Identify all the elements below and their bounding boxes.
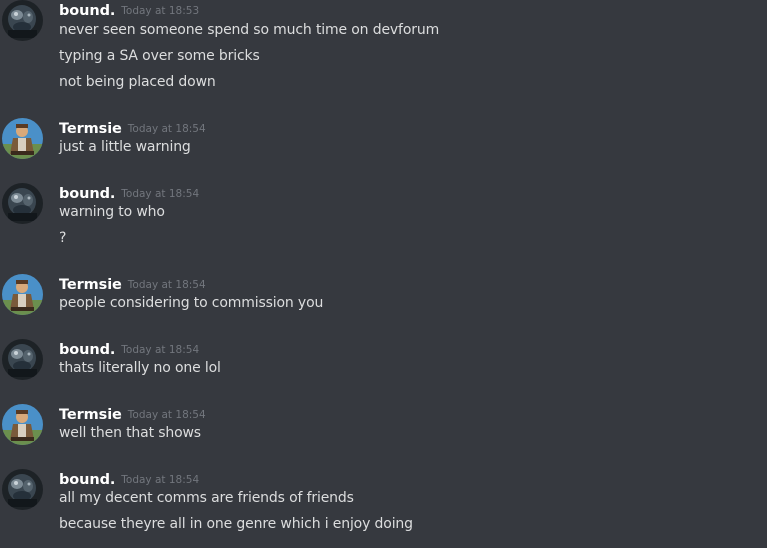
message-text: all my decent comms are friends of frien…	[59, 490, 354, 506]
message-text: just a little warning	[59, 139, 191, 155]
timestamp: Today at 18:53	[121, 5, 200, 17]
dark-robot-avatar-icon[interactable]	[2, 0, 43, 41]
username[interactable]: bound.	[59, 342, 115, 358]
character-avatar-icon[interactable]	[2, 274, 43, 315]
dark-robot-avatar-icon[interactable]	[2, 183, 43, 224]
username[interactable]: Termsie	[59, 121, 122, 137]
message-header: bound. Today at 18:53	[59, 0, 199, 20]
message-header: bound. Today at 18:54	[59, 469, 199, 489]
message-text: ?	[59, 230, 67, 246]
username[interactable]: Termsie	[59, 277, 122, 293]
timestamp: Today at 18:54	[121, 344, 200, 356]
dark-robot-avatar-icon[interactable]	[2, 469, 43, 510]
dark-robot-avatar-icon[interactable]	[2, 339, 43, 380]
message-header: Termsie Today at 18:54	[59, 118, 206, 138]
message-text: people considering to commission you	[59, 295, 324, 311]
message-text: because theyre all in one genre which i …	[59, 516, 413, 532]
message-header: bound. Today at 18:54	[59, 339, 199, 359]
character-avatar-icon[interactable]	[2, 404, 43, 445]
message-text: typing a SA over some bricks	[59, 48, 260, 64]
timestamp: Today at 18:54	[127, 279, 206, 291]
message-header: Termsie Today at 18:54	[59, 404, 206, 424]
timestamp: Today at 18:54	[121, 474, 200, 486]
username[interactable]: bound.	[59, 472, 115, 488]
message-text: thats literally no one lol	[59, 360, 221, 376]
username[interactable]: bound.	[59, 186, 115, 202]
message-text: warning to who	[59, 204, 165, 220]
timestamp: Today at 18:54	[121, 188, 200, 200]
character-avatar-icon[interactable]	[2, 118, 43, 159]
message-header: bound. Today at 18:54	[59, 183, 199, 203]
username[interactable]: Termsie	[59, 407, 122, 423]
timestamp: Today at 18:54	[127, 123, 206, 135]
message-text: not being placed down	[59, 74, 216, 90]
message-text: well then that shows	[59, 425, 201, 441]
message-text: never seen someone spend so much time on…	[59, 22, 440, 38]
timestamp: Today at 18:54	[127, 409, 206, 421]
message-list[interactable]: bound. Today at 18:53 never seen someone …	[0, 0, 767, 548]
username[interactable]: bound.	[59, 3, 115, 19]
message-header: Termsie Today at 18:54	[59, 274, 206, 294]
